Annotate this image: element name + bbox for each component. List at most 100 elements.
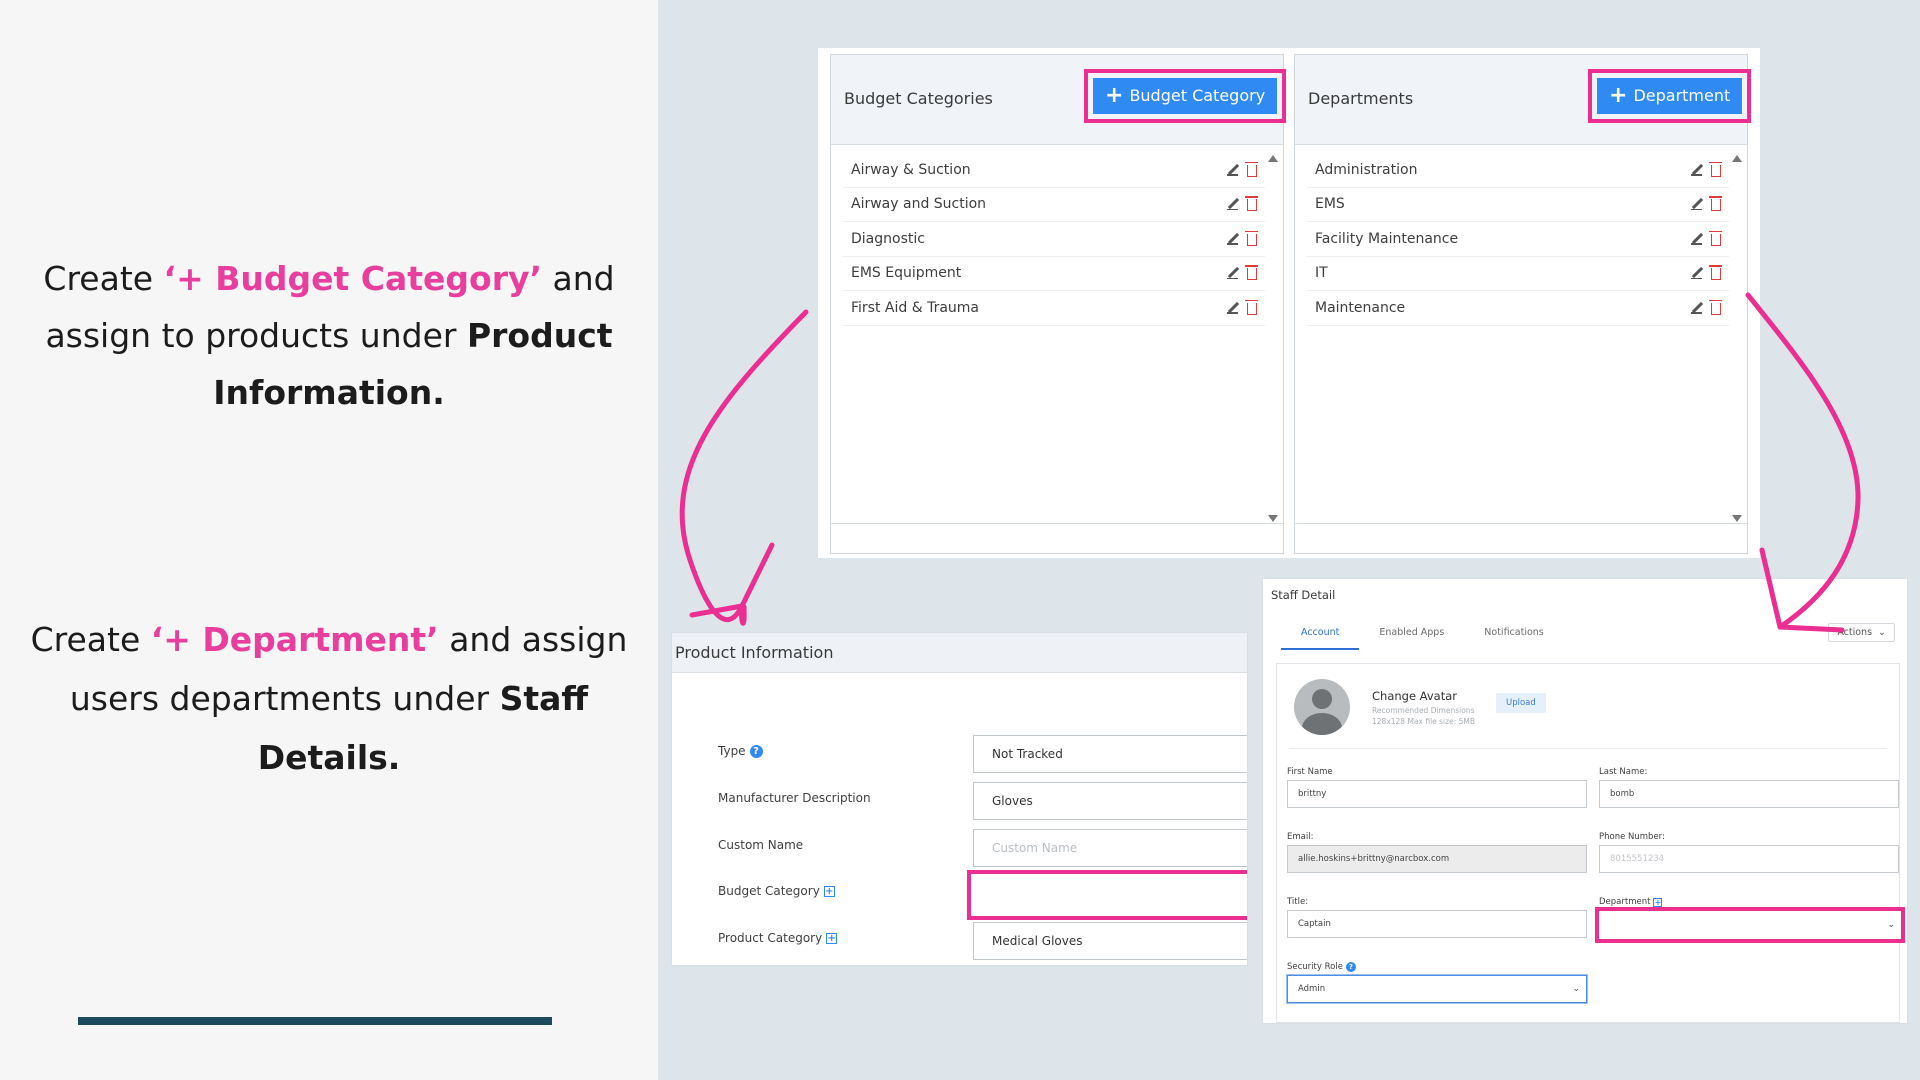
- budget-categories-panel: Budget Categories + Budget Category Airw…: [830, 54, 1287, 554]
- delete-trash-icon[interactable]: [1709, 265, 1722, 281]
- departments-list: Administration EMS Facility Maintenance …: [1307, 153, 1729, 326]
- staff-tabs: Account Enabled Apps Notifications: [1281, 623, 1564, 650]
- list-item[interactable]: Airway and Suction: [843, 188, 1265, 222]
- list-item[interactable]: EMS: [1307, 188, 1729, 222]
- list-item[interactable]: Airway & Suction: [843, 153, 1265, 188]
- list-item-label: IT: [1315, 265, 1328, 282]
- list-item[interactable]: First Aid & Trauma: [843, 291, 1265, 326]
- scroll-up-arrow-icon[interactable]: [1268, 155, 1278, 162]
- type-field[interactable]: Not Tracked: [973, 735, 1247, 773]
- scroll-up-arrow-icon[interactable]: [1732, 155, 1742, 162]
- budget-categories-header: Budget Categories + Budget Category: [831, 55, 1287, 145]
- phone-number-input[interactable]: 8015551234: [1599, 845, 1899, 873]
- first-name-input[interactable]: brittny: [1287, 780, 1587, 808]
- add-department-button[interactable]: + Department: [1597, 78, 1743, 114]
- list-item[interactable]: Administration: [1307, 153, 1729, 188]
- staff-detail-screenshot: Staff Detail Account Enabled Apps Notifi…: [1262, 578, 1908, 1024]
- instruction-accent: ‘+ Department’: [150, 620, 439, 659]
- list-footer: [831, 523, 1283, 553]
- add-square-icon[interactable]: +: [823, 885, 835, 897]
- add-budget-category-button[interactable]: + Budget Category: [1093, 78, 1278, 114]
- help-icon[interactable]: ?: [1345, 962, 1356, 972]
- budget-category-button-highlight: + Budget Category: [1084, 69, 1287, 123]
- tab-account[interactable]: Account: [1281, 623, 1360, 650]
- edit-pencil-icon[interactable]: [1691, 233, 1703, 245]
- help-icon[interactable]: ?: [749, 744, 763, 758]
- instruction-text: Create: [30, 620, 151, 659]
- email-field: allie.hoskins+brittny@narcbox.com: [1287, 845, 1587, 873]
- edit-pencil-icon[interactable]: [1691, 198, 1703, 211]
- edit-pencil-icon[interactable]: [1227, 233, 1239, 245]
- security-role-select[interactable]: Admin ⌄: [1287, 975, 1587, 1003]
- list-item-label: EMS Equipment: [851, 265, 962, 282]
- avatar-hint: Recommended Dimensions 128x128 Max file s…: [1372, 705, 1492, 727]
- instruction-department: Create ‘+ Department’ and assign users d…: [30, 610, 628, 787]
- title-label: Title:: [1287, 897, 1309, 907]
- product-category-row: Product Category + Medical Gloves: [672, 922, 1247, 960]
- list-item[interactable]: IT: [1307, 257, 1729, 291]
- title-input[interactable]: Captain: [1287, 910, 1587, 938]
- list-item-label: EMS: [1315, 196, 1345, 213]
- product-category-field[interactable]: Medical Gloves: [973, 922, 1247, 960]
- custom-name-label: Custom Name: [718, 838, 804, 852]
- budget-category-select[interactable]: [967, 870, 1247, 920]
- edit-pencil-icon[interactable]: [1227, 164, 1239, 176]
- custom-name-input[interactable]: Custom Name: [973, 829, 1247, 867]
- edit-pencil-icon[interactable]: [1227, 198, 1239, 211]
- departments-panel: Departments + Department Administration …: [1294, 54, 1752, 554]
- avatar-hint-line: Recommended Dimensions: [1372, 706, 1475, 715]
- list-item-label: Airway & Suction: [851, 161, 971, 178]
- budget-category-label: Budget Category +: [718, 884, 835, 898]
- tab-enabled-apps[interactable]: Enabled Apps: [1359, 623, 1464, 650]
- plus-icon: +: [1609, 83, 1628, 108]
- list-footer: [1295, 523, 1747, 553]
- delete-trash-icon[interactable]: [1709, 299, 1722, 315]
- list-item[interactable]: Maintenance: [1307, 291, 1729, 326]
- actions-button[interactable]: Actions ⌄: [1828, 623, 1895, 642]
- security-role-label-text: Security Role: [1287, 962, 1343, 972]
- manufacturer-description-field[interactable]: Gloves: [973, 782, 1247, 820]
- scroll-down-arrow-icon[interactable]: [1732, 515, 1742, 522]
- budget-category-row: Budget Category +: [672, 870, 1247, 920]
- budget-categories-list: Airway & Suction Airway and Suction Diag…: [843, 153, 1265, 326]
- departments-title: Departments: [1308, 89, 1414, 108]
- add-department-label: Department: [1633, 86, 1731, 105]
- delete-trash-icon[interactable]: [1709, 161, 1722, 177]
- instruction-panel: Create ‘+ Budget Category’ and assign to…: [0, 0, 658, 1080]
- delete-trash-icon[interactable]: [1245, 230, 1258, 246]
- edit-pencil-icon[interactable]: [1691, 164, 1703, 176]
- delete-trash-icon[interactable]: [1245, 265, 1258, 281]
- edit-pencil-icon[interactable]: [1227, 302, 1239, 314]
- delete-trash-icon[interactable]: [1245, 161, 1258, 177]
- divider: [1289, 748, 1887, 749]
- custom-name-row: Custom Name Custom Name: [672, 829, 1247, 867]
- scroll-down-arrow-icon[interactable]: [1268, 515, 1278, 522]
- settings-lists-screenshot: Budget Categories + Budget Category Airw…: [818, 48, 1760, 558]
- list-item[interactable]: Diagnostic: [843, 222, 1265, 257]
- delete-trash-icon[interactable]: [1245, 299, 1258, 315]
- first-name-label: First Name: [1287, 767, 1333, 777]
- add-square-icon[interactable]: +: [1653, 897, 1663, 907]
- departments-header: Departments + Department: [1295, 55, 1752, 145]
- department-select[interactable]: ⌄: [1595, 907, 1905, 943]
- decorative-bar: [78, 1017, 552, 1025]
- upload-button[interactable]: Upload: [1496, 693, 1546, 713]
- manufacturer-description-label: Manufacturer Description: [718, 791, 871, 805]
- curved-arrow-left: [679, 309, 809, 626]
- edit-pencil-icon[interactable]: [1691, 267, 1703, 280]
- instruction-accent: ‘+ Budget Category’: [163, 259, 543, 298]
- edit-pencil-icon[interactable]: [1691, 302, 1703, 314]
- add-square-icon[interactable]: +: [826, 932, 838, 944]
- list-item[interactable]: Facility Maintenance: [1307, 222, 1729, 257]
- phone-number-label: Phone Number:: [1599, 832, 1665, 842]
- tab-notifications[interactable]: Notifications: [1464, 623, 1563, 650]
- list-item-label: Administration: [1315, 161, 1418, 178]
- type-label: Type?: [718, 744, 763, 758]
- edit-pencil-icon[interactable]: [1227, 267, 1239, 280]
- delete-trash-icon[interactable]: [1245, 196, 1258, 212]
- last-name-input[interactable]: bomb: [1599, 780, 1899, 808]
- delete-trash-icon[interactable]: [1709, 230, 1722, 246]
- instruction-text: Create: [43, 259, 164, 298]
- delete-trash-icon[interactable]: [1709, 196, 1722, 212]
- list-item[interactable]: EMS Equipment: [843, 257, 1265, 291]
